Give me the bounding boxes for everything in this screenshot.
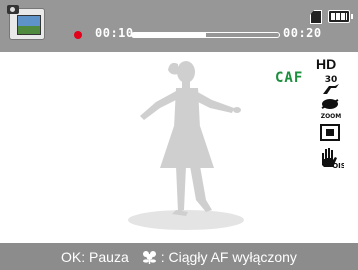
metering-icon: [320, 124, 340, 141]
total-time: 00:20: [283, 26, 322, 40]
photo-thumbnail: [17, 15, 41, 35]
record-indicator-icon: [74, 31, 82, 39]
camera-mode-icon: [7, 5, 19, 14]
resolution-indicator: HD: [316, 56, 337, 72]
ois-icon: OIS: [322, 148, 344, 169]
playback-thumbnail-icon[interactable]: [7, 5, 45, 40]
macro-flower-icon: [142, 250, 156, 264]
battery-level: [331, 13, 347, 20]
focus-mode-indicator: CAF: [275, 70, 304, 86]
zoom-sound-icon: ZOOM: [321, 99, 342, 120]
elapsed-time: 00:10: [95, 26, 134, 40]
svg-text:OIS: OIS: [332, 162, 344, 169]
recording-progress-bar: [131, 32, 280, 38]
frame-rate-icon: 30: [323, 75, 339, 94]
recording-progress-fill: [132, 33, 206, 37]
button-guide-bar: OK : Pauza : Ciągły AF wyłączony: [0, 243, 358, 270]
camera-live-view: 00:10 00:20 HD CAF 30 ZOOM OIS OK: Pauz…: [0, 0, 358, 270]
subject-silhouette: [128, 61, 244, 230]
memory-card-icon: [310, 10, 322, 24]
ok-key-label: OK: [61, 248, 82, 265]
macro-action-label: : Ciągły AF wyłączony: [160, 248, 297, 265]
svg-text:ZOOM: ZOOM: [321, 113, 342, 120]
status-bar: 00:10 00:20: [0, 0, 358, 52]
frame-rate-value: 30: [325, 75, 338, 85]
ok-action-label: : Pauza: [81, 248, 129, 265]
battery-icon: [328, 10, 353, 23]
